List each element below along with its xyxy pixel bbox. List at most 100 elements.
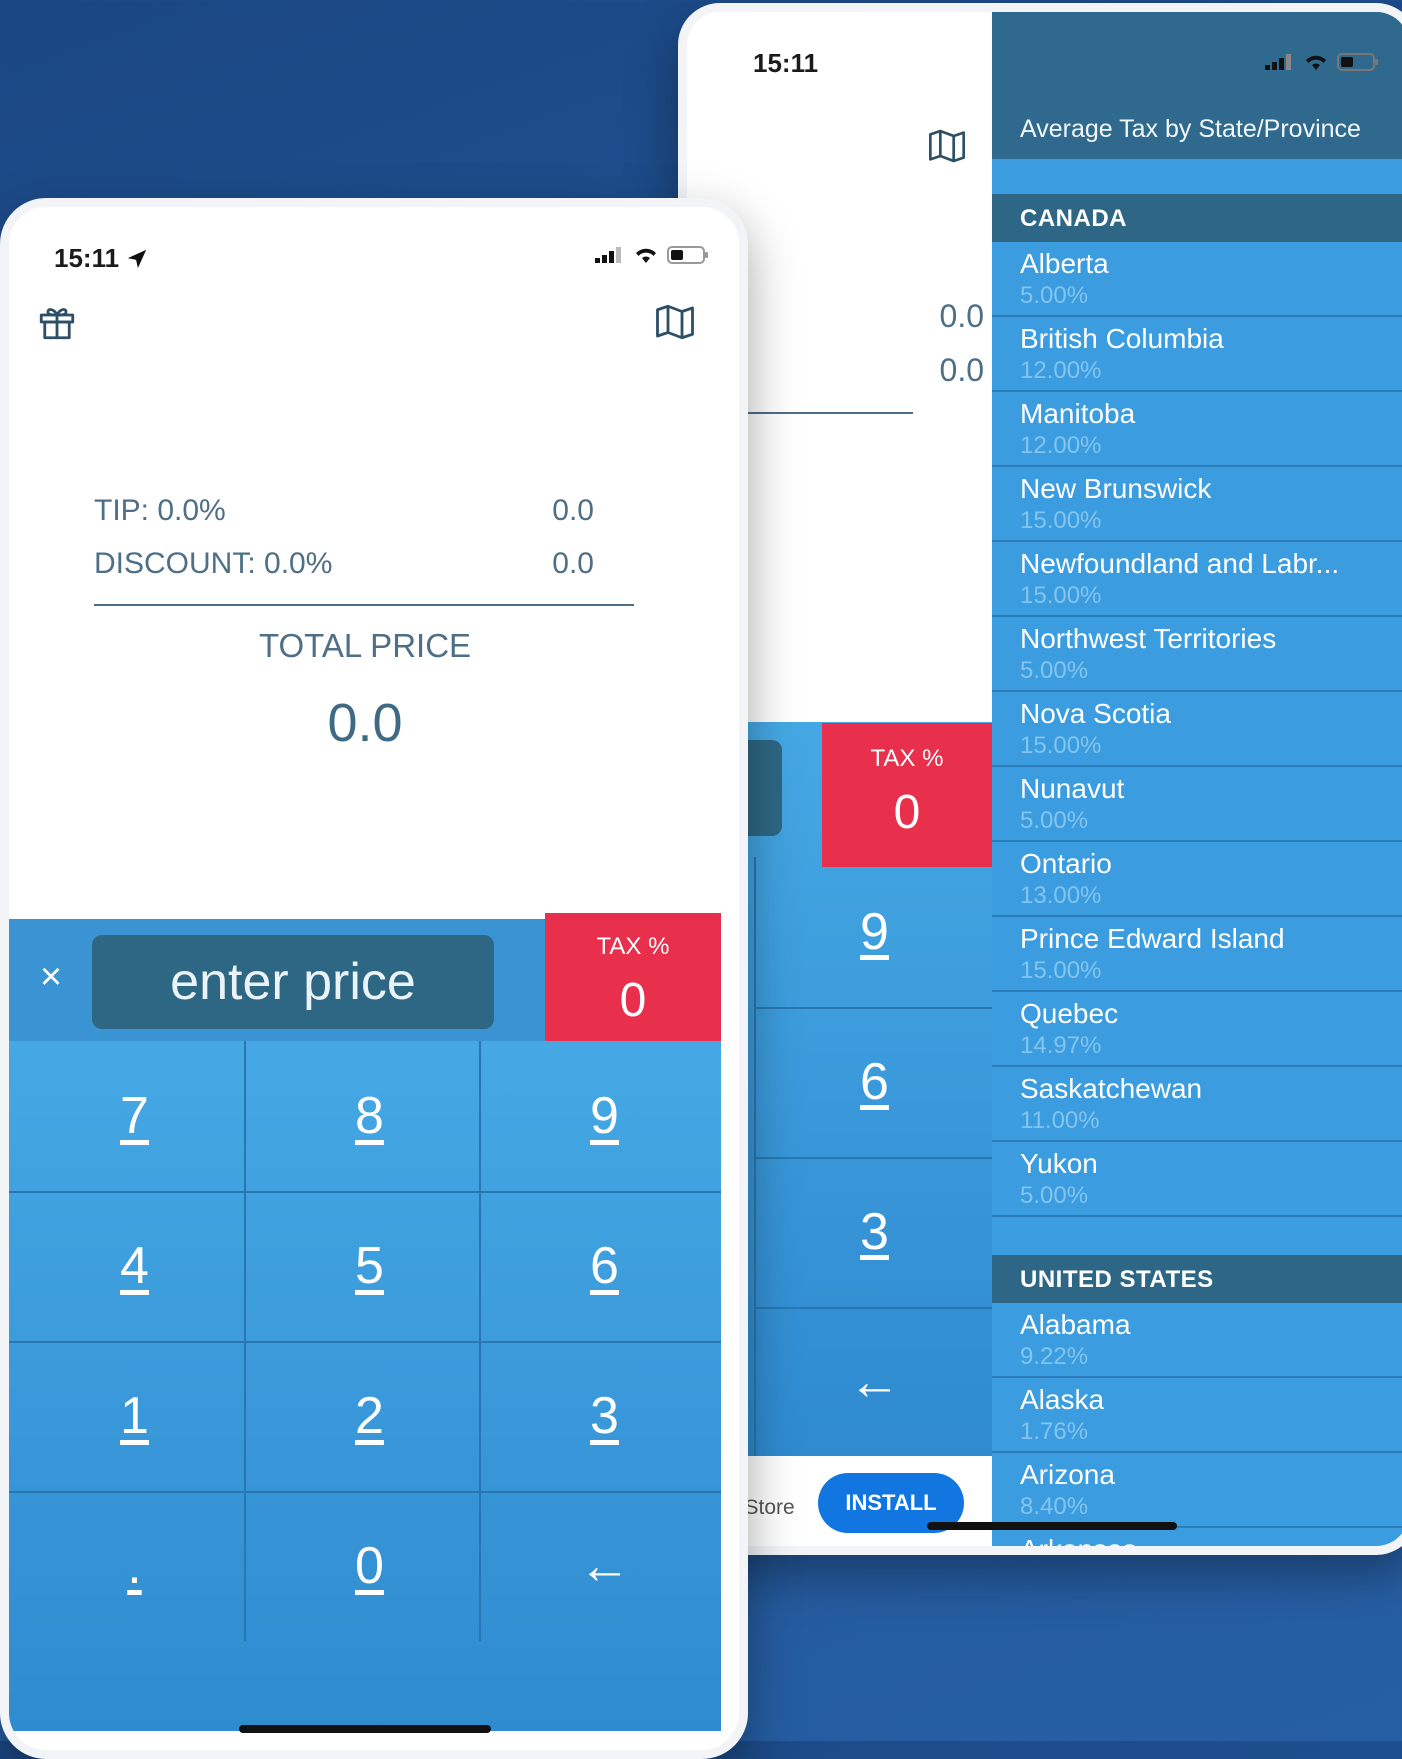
region-name: New Brunswick: [1020, 473, 1212, 504]
status-time: 15:11: [54, 243, 148, 274]
key-7[interactable]: 7: [17, 1041, 252, 1191]
region-name: Nunavut: [1020, 773, 1125, 804]
list-item[interactable]: Nunavut 5.00%: [992, 767, 1402, 842]
divider: [754, 1007, 992, 1009]
tax-rate: 13.00%: [1020, 882, 1102, 909]
region-name: Arizona: [1020, 1459, 1115, 1490]
list-item[interactable]: Alaska 1.76%: [992, 1378, 1402, 1453]
tax-rate: 9.22%: [1020, 1343, 1089, 1370]
list-item[interactable]: Newfoundland and Labr... 15.00%: [992, 542, 1402, 617]
region-name: Quebec: [1020, 998, 1119, 1029]
tax-rate: 15.00%: [1020, 732, 1102, 759]
key-8[interactable]: 8: [252, 1041, 487, 1191]
divider: [754, 1307, 992, 1309]
key-1[interactable]: 1: [17, 1341, 252, 1491]
key-2[interactable]: 2: [252, 1341, 487, 1491]
key-4[interactable]: 4: [17, 1191, 252, 1341]
tax-rate: 15.00%: [1020, 507, 1102, 534]
location-arrow-icon: [128, 249, 147, 269]
tax-rate: 8.40%: [1020, 1493, 1089, 1520]
tip-label: TIP: 0.0%: [94, 494, 226, 527]
status-icons: [1265, 52, 1379, 72]
region-name: Newfoundland and Labr...: [1020, 548, 1340, 579]
back-phone: 15:11 0.0 0.0 E 9 6 3 ← TAX % 0 p Store …: [678, 3, 1402, 1555]
tax-rate: 1.76%: [1020, 1418, 1089, 1445]
list-item[interactable]: Quebec 14.97%: [992, 992, 1402, 1067]
panel-header: Average Tax by State/Province: [992, 12, 1402, 159]
region-name: Alabama: [1020, 1309, 1131, 1340]
list-item[interactable]: Arizona 8.40%: [992, 1453, 1402, 1528]
key-9[interactable]: 9: [487, 1041, 722, 1191]
tax-percent-button[interactable]: TAX % 0: [822, 723, 992, 867]
tax-percent-button[interactable]: TAX % 0: [545, 913, 721, 1051]
status-icons: [595, 245, 709, 265]
tax-value: 0: [893, 786, 921, 839]
list-item[interactable]: Ontario 13.00%: [992, 842, 1402, 917]
region-name: Nova Scotia: [1020, 698, 1171, 729]
tip-value: 0.0: [552, 494, 594, 527]
status-time: 15:11: [753, 48, 819, 78]
tax-rate: 15.00%: [1020, 582, 1102, 609]
region-name: British Columbia: [1020, 323, 1224, 354]
list-item[interactable]: Manitoba 12.00%: [992, 392, 1402, 467]
tax-rate: 15.00%: [1020, 957, 1102, 984]
key-0[interactable]: 0: [252, 1491, 487, 1641]
region-name: Arkansas: [1020, 1534, 1137, 1555]
key-decimal[interactable]: .: [17, 1491, 252, 1641]
section-header: UNITED STATES: [992, 1255, 1402, 1303]
key-5[interactable]: 5: [252, 1191, 487, 1341]
gift-icon[interactable]: [36, 301, 78, 343]
list-item[interactable]: Nova Scotia 15.00%: [992, 692, 1402, 767]
region-name: Prince Edward Island: [1020, 923, 1285, 954]
list-item[interactable]: Northwest Territories 5.00%: [992, 617, 1402, 692]
home-indicator: [927, 1522, 1177, 1530]
tax-rate: 5.00%: [1020, 657, 1089, 684]
front-phone: 15:11 TIP: 0.0% 0.0 DISCOUNT: 0.0% 0.0 T…: [0, 198, 748, 1759]
battery-icon: [1337, 53, 1378, 71]
key-6[interactable]: 6: [757, 1052, 992, 1112]
list-item[interactable]: British Columbia 12.00%: [992, 317, 1402, 392]
list-item[interactable]: Yukon 5.00%: [992, 1142, 1402, 1217]
backspace-key[interactable]: ←: [487, 1491, 722, 1641]
signal-icon: [1265, 54, 1291, 70]
tax-rate: 5.00%: [1020, 807, 1089, 834]
region-name: Saskatchewan: [1020, 1073, 1203, 1104]
discount-label: DISCOUNT: 0.0%: [94, 547, 333, 580]
tax-rate: 12.00%: [1020, 357, 1102, 384]
list-item[interactable]: Arkansas: [992, 1528, 1402, 1555]
section-header: CANADA: [992, 194, 1402, 242]
tax-rate: 11.00%: [1020, 1107, 1100, 1134]
discount-row[interactable]: DISCOUNT: 0.0% 0.0: [94, 547, 594, 581]
wifi-icon: [1306, 55, 1326, 70]
region-name: Ontario: [1020, 848, 1112, 879]
list-item[interactable]: Saskatchewan 11.00%: [992, 1067, 1402, 1142]
list-item[interactable]: Alberta 5.00%: [992, 242, 1402, 317]
tax-list-panel: Average Tax by State/Province CANADA Albe…: [992, 12, 1402, 1546]
region-name: Alberta: [1020, 248, 1109, 279]
map-icon[interactable]: [927, 126, 967, 166]
key-9[interactable]: 9: [757, 902, 992, 962]
divider: [94, 604, 634, 606]
map-icon[interactable]: [654, 301, 696, 343]
tax-rate: 14.97%: [1020, 1032, 1102, 1059]
list-item[interactable]: New Brunswick 15.00%: [992, 467, 1402, 542]
list-item[interactable]: Alabama 9.22%: [992, 1303, 1402, 1378]
tip-row[interactable]: TIP: 0.0% 0.0: [94, 494, 594, 528]
status-time-text: 15:11: [54, 243, 120, 273]
tax-rate: 5.00%: [1020, 282, 1089, 309]
tax-value: 0: [619, 974, 647, 1027]
panel-title: Average Tax by State/Province: [1020, 115, 1361, 143]
total-price-value: 0.0: [327, 693, 403, 753]
home-indicator: [239, 1725, 491, 1733]
tip-value: 0.0: [939, 298, 984, 334]
clear-icon[interactable]: ×: [29, 955, 73, 999]
list-item[interactable]: Prince Edward Island 15.00%: [992, 917, 1402, 992]
wifi-icon: [636, 248, 656, 263]
region-name: Northwest Territories: [1020, 623, 1277, 654]
region-name: Manitoba: [1020, 398, 1136, 429]
key-3[interactable]: 3: [757, 1202, 992, 1262]
backspace-key[interactable]: ←: [757, 1352, 992, 1412]
price-input[interactable]: [92, 935, 494, 1029]
key-6[interactable]: 6: [487, 1191, 722, 1341]
key-3[interactable]: 3: [487, 1341, 722, 1491]
